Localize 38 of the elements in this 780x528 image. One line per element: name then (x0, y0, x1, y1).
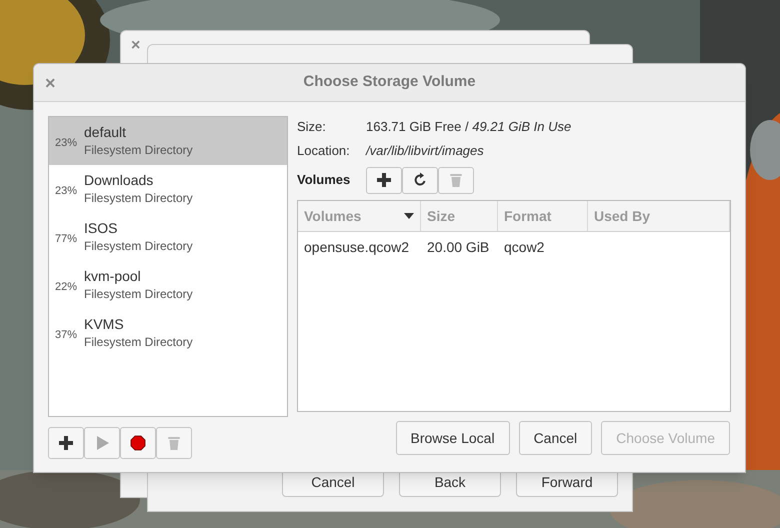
play-icon (94, 435, 110, 451)
location-value: /var/lib/libvirt/images (366, 142, 484, 160)
pool-type: Filesystem Directory (84, 286, 193, 303)
pool-item[interactable]: 23% default Filesystem Directory (49, 117, 287, 165)
table-cell-text: qcow2 (503, 238, 546, 257)
trash-icon (166, 435, 182, 451)
pool-type: Filesystem Directory (84, 142, 193, 159)
usage-percent: 77% (54, 232, 78, 247)
dialog-button[interactable]: Browse Local (396, 421, 510, 455)
pool-type: Filesystem Directory (84, 334, 193, 351)
stop-icon (130, 435, 146, 451)
table-cell-text: 20.00 GiB (426, 238, 490, 256)
usage-percent: 23% (54, 184, 78, 199)
refresh-icon (412, 172, 428, 188)
pool-name: KVMS (84, 315, 125, 333)
volumes-label: Volumes (297, 171, 352, 190)
tool-button[interactable] (120, 427, 156, 459)
pool-name: ISOS (84, 219, 118, 237)
usage-percent: 37% (54, 328, 78, 343)
table-cell-text: opensuse.qcow2 (303, 238, 410, 257)
size-label: Size: (297, 118, 327, 136)
location-label: Location: (297, 142, 351, 160)
tool-button[interactable] (48, 427, 84, 459)
trash-icon (448, 172, 464, 188)
pool-name: kvm-pool (84, 267, 142, 285)
pool-name: Downloads (84, 171, 154, 189)
dialog-button[interactable]: Cancel (518, 421, 592, 455)
pool-type: Filesystem Directory (84, 238, 193, 255)
size-value: 163.71 GiB Free / 49.21 GiB In Use (366, 118, 572, 136)
tool-button[interactable] (366, 166, 402, 194)
pool-name: default (84, 123, 128, 141)
usage-percent: 23% (54, 136, 78, 151)
pool-type: Filesystem Directory (84, 190, 193, 207)
plus-icon (376, 172, 392, 188)
plus-icon (58, 435, 74, 451)
usage-percent: 22% (54, 280, 78, 295)
tool-button[interactable] (402, 166, 438, 194)
window-title: Choose Storage Volume (303, 72, 476, 92)
